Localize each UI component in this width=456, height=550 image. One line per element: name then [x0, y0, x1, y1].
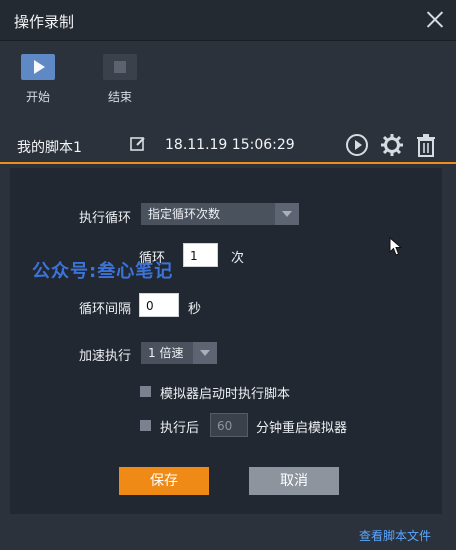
autorun-checkbox[interactable]	[140, 386, 151, 397]
interval-input[interactable]: 0	[139, 293, 179, 317]
autorun-label: 模拟器启动时执行脚本	[160, 387, 291, 402]
gear-icon[interactable]	[380, 133, 404, 157]
restart-suffix: 分钟重启模拟器	[256, 421, 348, 436]
chevron-down-icon	[275, 203, 299, 225]
stop-icon	[103, 54, 137, 80]
speed-select[interactable]: 1 倍速	[141, 342, 217, 364]
restart-prefix: 执行后	[160, 421, 200, 436]
restart-minutes-input[interactable]: 60	[210, 413, 248, 437]
toolbar: 开始 结束	[0, 41, 456, 127]
speed-label: 加速执行	[79, 349, 132, 364]
stop-button[interactable]: 结束	[94, 54, 146, 112]
chevron-down-icon	[193, 342, 217, 364]
cancel-button[interactable]: 取消	[249, 467, 339, 495]
script-name: 我的脚本1	[17, 140, 82, 156]
save-button[interactable]: 保存	[119, 467, 209, 495]
start-label: 开始	[25, 90, 50, 104]
window-title: 操作录制	[14, 13, 75, 31]
edit-icon[interactable]	[130, 136, 146, 152]
script-row[interactable]: 我的脚本1 18.11.19 15:06:29	[0, 128, 456, 164]
loop-count-input[interactable]: 1	[183, 243, 218, 267]
play-script-icon[interactable]	[345, 133, 369, 157]
title-bar: 操作录制	[0, 0, 456, 41]
play-icon	[21, 54, 55, 80]
script-datetime: 18.11.19 15:06:29	[165, 137, 295, 153]
loop-count-unit: 次	[231, 251, 245, 266]
loop-label: 执行循环	[79, 211, 132, 226]
view-script-files-link[interactable]: 查看脚本文件	[359, 527, 431, 544]
interval-label: 循环间隔	[79, 302, 132, 317]
restart-checkbox[interactable]	[140, 420, 151, 431]
trash-icon[interactable]	[415, 133, 437, 157]
start-button[interactable]: 开始	[12, 54, 64, 112]
watermark: 公众号:叁心笔记	[32, 261, 174, 282]
interval-unit: 秒	[188, 302, 202, 317]
speed-value: 1 倍速	[148, 346, 184, 360]
loop-mode-value: 指定循环次数	[148, 207, 221, 221]
stop-label: 结束	[107, 90, 132, 104]
close-icon[interactable]	[426, 10, 444, 28]
mouse-cursor-icon	[389, 237, 403, 256]
recording-window: 操作录制 开始 结束 我的脚本1 18.11.19 15:06:29 执行循环 …	[0, 0, 456, 550]
loop-mode-select[interactable]: 指定循环次数	[141, 203, 299, 225]
